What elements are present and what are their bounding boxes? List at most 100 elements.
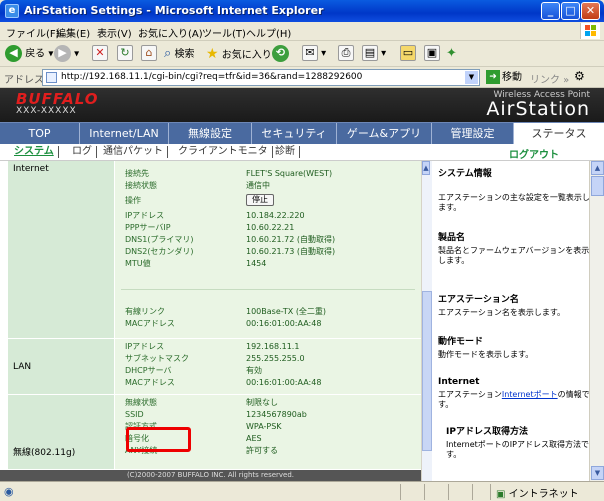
windows-logo-icon [580, 23, 600, 39]
print-button[interactable]: ⎙ [338, 45, 354, 63]
menu-file[interactable]: ファイル(F) [6, 25, 60, 40]
key-ip-address: IPアドレス [125, 211, 165, 220]
menu-view[interactable]: 表示(V) [97, 25, 132, 40]
tab-wireless[interactable]: 無線設定 [169, 123, 252, 144]
highlight-box [126, 427, 191, 452]
help-scrollbar[interactable]: ▲ [422, 161, 432, 481]
address-url: http://192.168.11.1/cgi-bin/cgi?req=tfr&… [61, 72, 363, 82]
help-text: エアステーション名を表示します。 [438, 308, 566, 317]
forward-button[interactable]: ▶ ▾ [54, 45, 79, 63]
help-item-station-name: エアステーション名 エアステーション名を表示します。 [438, 295, 592, 318]
messenger-icon: ✦ [446, 46, 457, 61]
value-dhcp-server: 有効 [246, 366, 262, 375]
tab-games-apps[interactable]: ゲーム&アプリ [337, 123, 432, 144]
help-title: 製品名 [438, 233, 466, 243]
internet-port-link[interactable]: Internetポート [502, 390, 558, 399]
value-dns2: 10.60.21.73 (自動取得) [246, 247, 336, 256]
addon-icon[interactable]: ⚙ [574, 69, 585, 83]
help-title: Internet [438, 377, 480, 387]
subtab-log[interactable]: ログ [72, 146, 97, 158]
page-header: BUFFALO XXX-XXXXX Wireless Access Point … [0, 88, 604, 122]
minimize-button[interactable]: _ [541, 2, 560, 20]
scroll-down-icon[interactable]: ▼ [591, 466, 604, 480]
search-icon: ⌕ [164, 46, 172, 61]
help-scroll-up-icon[interactable]: ▲ [422, 161, 430, 175]
refresh-button[interactable]: ↻ [117, 45, 133, 63]
discuss-button[interactable]: ▭ [400, 45, 416, 63]
toolbar: ◀ 戻る ▾ ▶ ▾ ✕ ↻ ⌂ ⌕ 検索 ★ お気に入り ⟲ ✉ ▾ ⎙ ▤ … [0, 41, 604, 67]
edit-button[interactable]: ▤ ▾ [362, 45, 386, 63]
wireless-section: 無線(802.11g) 無線状態 制限なし SSID 1234567890ab … [8, 395, 421, 470]
key-lan-mac: MACアドレス [125, 378, 175, 387]
back-label: 戻る [25, 48, 46, 60]
internet-heading: Internet [8, 161, 114, 339]
subtab-packets[interactable]: 通信パケット [103, 146, 168, 158]
help-text: 動作モードを表示します。 [438, 350, 534, 359]
research-button[interactable]: ▣ [424, 45, 440, 63]
close-button[interactable]: ✕ [581, 2, 600, 20]
intranet-icon: ▣ [496, 489, 506, 500]
help-scroll-thumb[interactable] [422, 291, 432, 451]
tab-status[interactable]: ステータス [514, 123, 604, 144]
help-text: エアステーションInternetポートの情報です。 [438, 390, 592, 410]
history-button[interactable]: ⟲ [272, 45, 289, 63]
stop-button[interactable]: ✕ [92, 45, 108, 63]
menu-help[interactable]: ヘルプ(H) [246, 25, 291, 40]
subtab-system[interactable]: システム [14, 146, 59, 158]
help-item-system-info: システム情報 エアステーションの主な設定を一覧表示します。 [438, 169, 592, 213]
help-title: IPアドレス取得方法 [446, 427, 528, 437]
scroll-up-icon[interactable]: ▲ [591, 161, 604, 175]
key-wired-link: 有線リンク [125, 307, 165, 316]
page-content: BUFFALO XXX-XXXXX Wireless Access Point … [0, 88, 604, 481]
tab-top[interactable]: TOP [0, 123, 80, 144]
key-mtu: MTU値 [125, 259, 151, 268]
logout-link[interactable]: ログアウト [509, 146, 559, 161]
key-dhcp-server: DHCPサーバ [125, 366, 172, 375]
help-sidebar: ▲ システム情報 エアステーションの主な設定を一覧表示します。 製品名 製品名と… [421, 161, 604, 481]
messenger-button[interactable]: ✦ [446, 45, 457, 63]
mail-button[interactable]: ✉ ▾ [302, 45, 326, 63]
go-button[interactable]: ➜ 移動 [486, 70, 522, 85]
folder-icon: ▭ [400, 45, 416, 61]
links-button[interactable]: リンク » [530, 71, 569, 86]
mail-icon: ✉ [302, 45, 318, 61]
ie-icon: e [5, 4, 19, 18]
menu-tools[interactable]: ツール(T) [202, 25, 246, 40]
address-input[interactable]: http://192.168.11.1/cgi-bin/cgi?req=tfr&… [42, 69, 480, 86]
value-auth-method: WPA-PSK [246, 422, 282, 431]
forward-arrow-icon: ▶ [54, 45, 71, 62]
key-operation: 操作 [125, 196, 141, 205]
home-icon: ⌂ [141, 45, 157, 61]
research-icon: ▣ [424, 45, 440, 61]
help-item-internet: Internet エアステーションInternetポートの情報です。 [438, 377, 592, 410]
menu-favorites[interactable]: お気に入り(A) [138, 25, 203, 40]
stop-connection-button[interactable]: 停止 [246, 194, 274, 206]
value-encryption: AES [246, 434, 262, 443]
home-button[interactable]: ⌂ [141, 45, 157, 63]
key-ppp-server: PPPサーバIP [125, 223, 171, 232]
sub-nav: システム ログ 通信パケット クライアントモニタ 診断 ログアウト [0, 144, 604, 161]
back-button[interactable]: ◀ 戻る ▾ [5, 45, 53, 63]
history-icon: ⟲ [272, 45, 289, 62]
scroll-thumb[interactable] [591, 176, 604, 196]
search-label: 検索 [174, 49, 195, 60]
tab-internet-lan[interactable]: Internet/LAN [80, 123, 169, 144]
page-scrollbar[interactable]: ▲ ▼ [589, 161, 604, 481]
favorites-button[interactable]: ★ お気に入り [206, 45, 272, 63]
security-zone: ▣ イントラネット [496, 485, 579, 500]
subtab-diagnostics[interactable]: 診断 [275, 146, 300, 158]
key-connection: 接続先 [125, 169, 149, 178]
menu-edit[interactable]: 編集(E) [56, 25, 90, 40]
maximize-button[interactable]: □ [561, 2, 580, 20]
address-bar: アドレス(D) http://192.168.11.1/cgi-bin/cgi?… [0, 67, 604, 88]
tab-admin[interactable]: 管理設定 [432, 123, 514, 144]
address-dropdown-icon[interactable]: ▼ [465, 71, 478, 84]
value-lan-mac: 00:16:01:00:AA:48 [246, 378, 322, 387]
tab-security[interactable]: セキュリティ [252, 123, 337, 144]
status-table: Internet 接続先 FLET'S Square(WEST) 接続状態 通信… [0, 161, 421, 481]
go-label: 移動 [502, 72, 522, 83]
internet-section: Internet 接続先 FLET'S Square(WEST) 接続状態 通信… [8, 161, 421, 339]
search-button[interactable]: ⌕ 検索 [164, 45, 194, 63]
subtab-client-monitor[interactable]: クライアントモニタ [178, 146, 273, 158]
help-text: エアステーションの主な設定を一覧表示します。 [438, 193, 590, 212]
